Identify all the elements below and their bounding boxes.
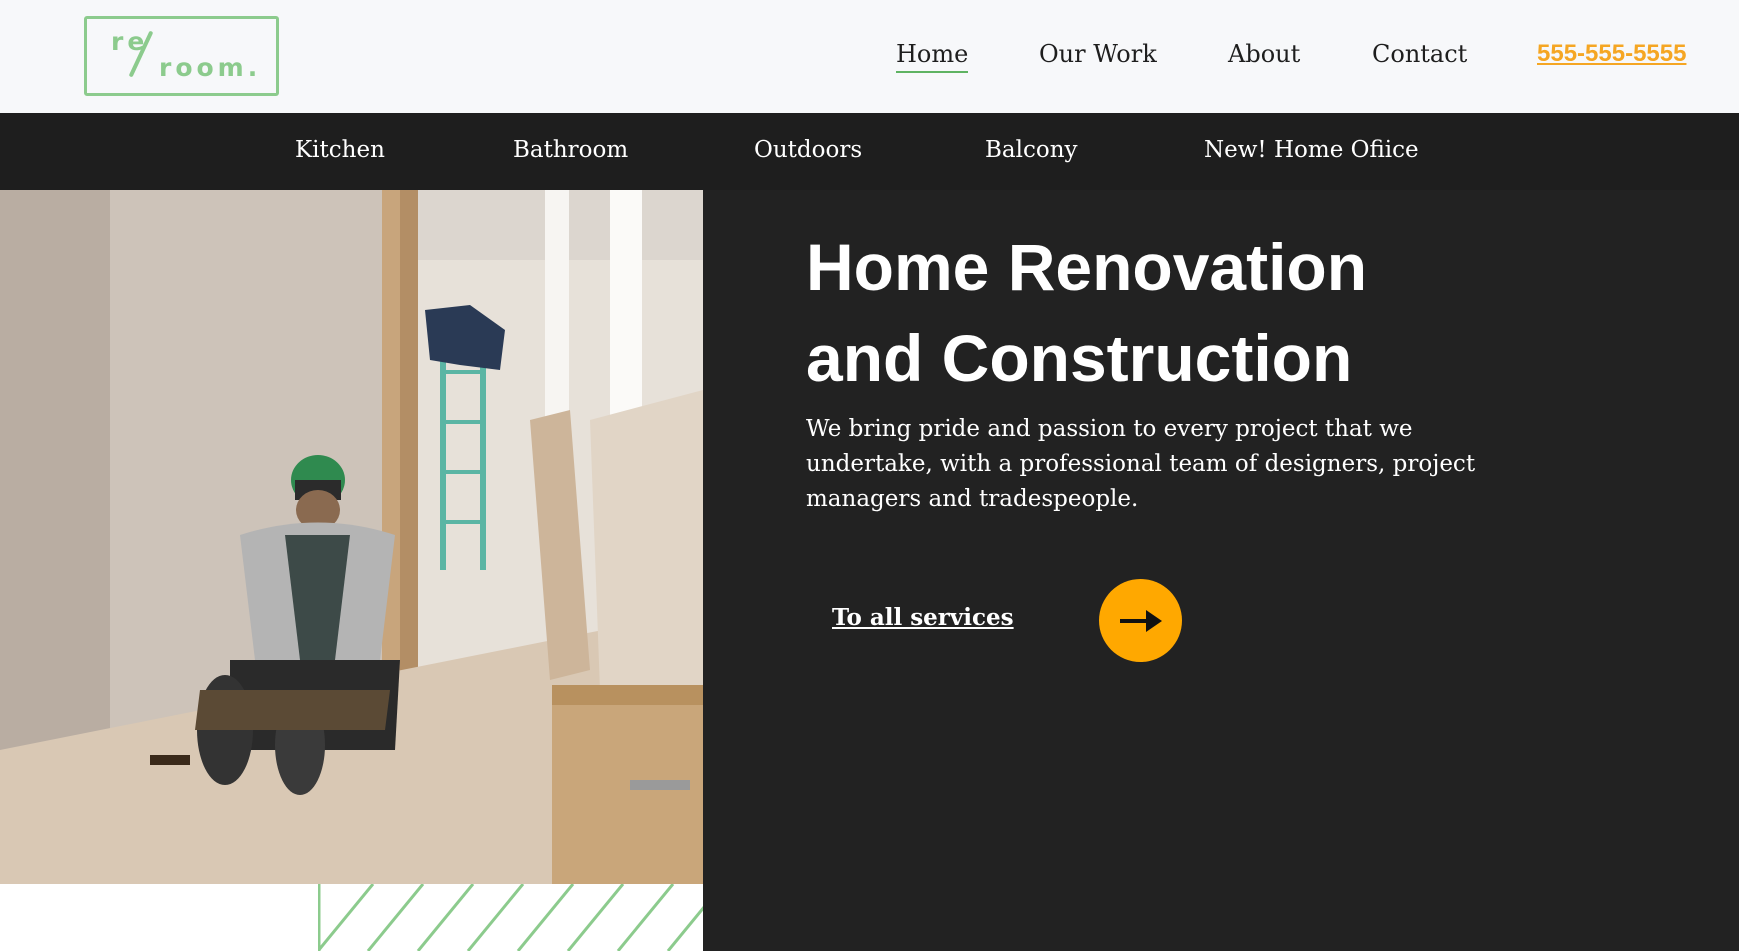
nav-our-work[interactable]: Our Work <box>1039 40 1157 68</box>
category-home-office[interactable]: New! Home Ofiice <box>1204 137 1419 163</box>
diagonal-stripes <box>318 884 703 951</box>
logo-text-bottom: room. <box>159 53 262 82</box>
phone-link[interactable]: 555-555-5555 <box>1537 40 1686 68</box>
hero-title: Home Renovation and Construction <box>806 222 1526 404</box>
site-logo[interactable]: re room. <box>84 16 279 96</box>
hero-title-line-2: and Construction <box>806 321 1353 395</box>
all-services-link[interactable]: To all services <box>832 604 1014 631</box>
nav-about[interactable]: About <box>1228 40 1300 68</box>
category-balcony[interactable]: Balcony <box>985 137 1078 163</box>
nav-contact[interactable]: Contact <box>1372 40 1467 68</box>
all-services-arrow-button[interactable] <box>1099 579 1182 662</box>
category-outdoors[interactable]: Outdoors <box>754 137 862 163</box>
hero-description: We bring pride and passion to every proj… <box>806 416 1476 512</box>
arrow-right-icon <box>1119 609 1162 632</box>
site-header: re room. Home Our Work About Contact 555… <box>0 0 1739 113</box>
category-kitchen[interactable]: Kitchen <box>295 137 385 163</box>
hero-image <box>0 190 703 884</box>
hero-title-line-1: Home Renovation <box>806 230 1368 304</box>
category-bar: Kitchen Bathroom Outdoors Balcony New! H… <box>0 113 1739 190</box>
nav-home[interactable]: Home <box>896 40 969 73</box>
category-bathroom[interactable]: Bathroom <box>513 137 628 163</box>
